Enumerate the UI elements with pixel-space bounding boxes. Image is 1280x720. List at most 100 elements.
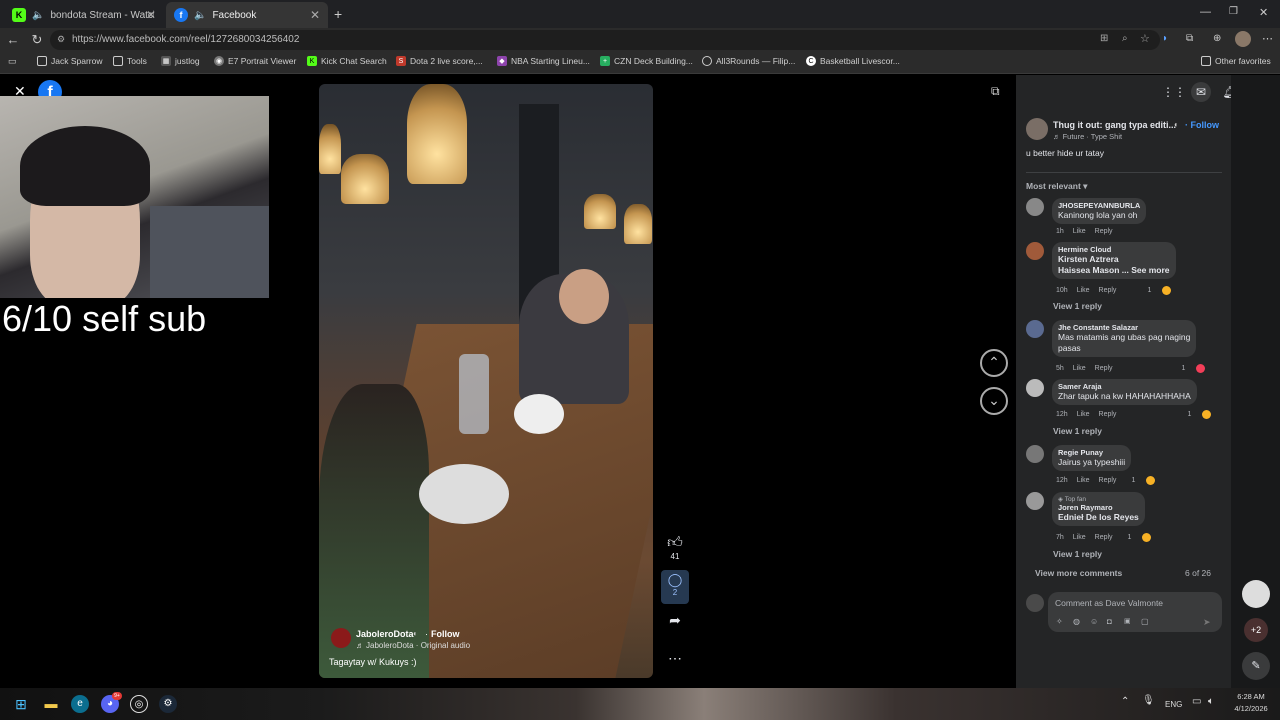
commenter-avatar[interactable] xyxy=(1026,320,1044,338)
clock-time[interactable]: 6:28 AM xyxy=(1229,692,1273,701)
comment-like-button[interactable]: Like xyxy=(1073,228,1086,235)
camera-icon[interactable]: ◘ xyxy=(1107,617,1112,626)
comment-button[interactable]: ◯ 2 xyxy=(661,570,689,604)
comment-reply-button[interactable]: Reply xyxy=(1095,228,1113,235)
split-screen-icon[interactable]: ⊞ xyxy=(1100,33,1108,44)
tab-kick[interactable]: K 🔈 bondota Stream - Watch Live ✕ xyxy=(4,2,164,28)
edge-browser-icon[interactable]: e xyxy=(71,695,89,713)
emoji-icon[interactable]: ☺ xyxy=(1090,617,1098,626)
like-button[interactable]: 👍︎ 41 xyxy=(665,534,685,561)
volume-icon[interactable]: 🔈︎ xyxy=(1208,696,1214,707)
bookmark-item[interactable]: S Dota 2 live score,... xyxy=(396,56,483,66)
commenter-avatar[interactable] xyxy=(1026,445,1044,463)
close-tab-icon[interactable]: ✕ xyxy=(310,8,320,22)
commenter-name[interactable]: Samer Araja xyxy=(1058,382,1191,391)
commenter-avatar[interactable] xyxy=(1026,198,1044,216)
view-more-comments-link[interactable]: View more comments xyxy=(1035,568,1122,578)
minimize-icon[interactable]: — xyxy=(1200,6,1211,18)
address-bar[interactable]: ⚙ https://www.facebook.com/reel/12726800… xyxy=(50,30,1160,50)
tab-actions-icon[interactable]: ▭ xyxy=(8,56,17,67)
site-info-icon[interactable]: ⚙ xyxy=(57,34,65,45)
obs-icon[interactable]: ◎ xyxy=(130,695,148,713)
more-contacts-badge[interactable]: +2 xyxy=(1244,618,1268,642)
post-title[interactable]: Thug it out: gang typa editi... xyxy=(1053,120,1176,130)
view-replies-link[interactable]: View 1 reply xyxy=(1053,301,1102,311)
gif-icon[interactable]: ▣ xyxy=(1124,617,1131,625)
close-tab-icon[interactable]: ✕ xyxy=(146,8,156,22)
reel-video[interactable] xyxy=(319,84,653,678)
commenter-avatar[interactable] xyxy=(1026,492,1044,510)
author-avatar[interactable] xyxy=(331,628,351,648)
commenter-name[interactable]: Joren Raymaro xyxy=(1058,503,1139,512)
zoom-icon[interactable]: ⌕ xyxy=(1122,33,1128,44)
send-icon[interactable]: ➤ xyxy=(1203,617,1211,628)
post-follow-button[interactable]: · Follow xyxy=(1185,120,1219,130)
sort-dropdown[interactable]: Most relevant ▾ xyxy=(1026,181,1087,192)
commenter-name[interactable]: JHOSEPEYANNBURLA xyxy=(1058,201,1140,210)
commenter-avatar[interactable] xyxy=(1026,242,1044,260)
back-icon[interactable]: ← xyxy=(5,32,21,48)
commenter-avatar[interactable] xyxy=(1026,379,1044,397)
extensions-icon[interactable]: ⧉ xyxy=(1186,33,1193,44)
commenter-name[interactable]: Hermine Cloud xyxy=(1058,245,1170,254)
post-author-avatar[interactable] xyxy=(1026,118,1048,140)
bookmark-item[interactable]: ◆ NBA Starting Lineu... xyxy=(497,56,590,66)
comment-reply-button[interactable]: Reply xyxy=(1099,287,1117,294)
comment-reply-button[interactable]: Reply xyxy=(1095,365,1113,372)
avatar-sticker-icon[interactable]: ✧ xyxy=(1056,617,1063,626)
view-replies-link[interactable]: View 1 reply xyxy=(1053,426,1102,436)
previous-reel-button[interactable]: ⌃ xyxy=(980,349,1008,377)
bookmark-item[interactable]: All3Rounds — Filip... xyxy=(702,56,795,66)
collections-icon[interactable]: ⊕ xyxy=(1213,33,1221,44)
more-menu-icon[interactable]: ⋯ xyxy=(1262,32,1273,45)
next-reel-button[interactable]: ⌄ xyxy=(980,387,1008,415)
profile-avatar[interactable] xyxy=(1235,31,1251,47)
windows-start-icon[interactable]: ⊞ xyxy=(12,695,30,713)
messenger-icon[interactable]: ✉ xyxy=(1191,82,1211,102)
post-audio[interactable]: ♬ Future · Type Shit xyxy=(1053,132,1122,141)
language-indicator[interactable]: ENG xyxy=(1165,700,1182,709)
commenter-name[interactable]: Regie Punay xyxy=(1058,448,1125,457)
more-options-icon[interactable]: ⋯ xyxy=(665,650,685,667)
comment-reply-button[interactable]: Reply xyxy=(1095,534,1113,541)
tab-facebook[interactable]: f 🔈 Facebook ✕ xyxy=(166,2,328,28)
clock-date[interactable]: 4/12/2026 xyxy=(1229,704,1273,713)
comment-like-button[interactable]: Like xyxy=(1077,477,1090,484)
speaker-icon[interactable]: 🔈 xyxy=(32,10,44,21)
new-message-icon[interactable]: ✎ xyxy=(1242,652,1270,680)
tray-overflow-icon[interactable]: ⌃ xyxy=(1121,696,1129,707)
microphone-icon[interactable]: 🎙︎ xyxy=(1142,695,1155,706)
speaker-icon[interactable]: 🔈 xyxy=(194,10,206,21)
sticker-icon[interactable]: ◍ xyxy=(1073,617,1080,626)
view-replies-link[interactable]: View 1 reply xyxy=(1053,549,1102,559)
bookmark-item[interactable]: Tools xyxy=(113,56,147,66)
comment-like-button[interactable]: Like xyxy=(1077,287,1090,294)
audio-label[interactable]: JaboleroDota · Original audio xyxy=(366,641,470,650)
steam-icon[interactable]: ⚙ xyxy=(159,695,177,713)
comment-like-button[interactable]: Like xyxy=(1073,365,1086,372)
bookmark-item[interactable]: ◉ E7 Portrait Viewer xyxy=(214,56,296,66)
contact-avatar[interactable] xyxy=(1242,580,1270,608)
share-icon[interactable]: ➦ xyxy=(665,612,685,629)
author-name[interactable]: JaboleroDota xyxy=(356,629,414,639)
bookmark-item[interactable]: ▦ justlog xyxy=(161,56,200,66)
file-explorer-icon[interactable]: ▬ xyxy=(42,695,60,713)
commenter-name[interactable]: Jhe Constante Salazar xyxy=(1058,323,1190,332)
bookmark-item[interactable]: Jack Sparrow xyxy=(37,56,103,66)
comment-input[interactable]: Comment as Dave Valmonte ✧ ◍ ☺ ◘ ▣ ▢ ➤ xyxy=(1048,592,1222,632)
menu-grid-icon[interactable]: ⋮⋮ xyxy=(1162,82,1186,102)
sticker-pack-icon[interactable]: ▢ xyxy=(1141,617,1149,626)
comment-like-button[interactable]: Like xyxy=(1077,411,1090,418)
copilot-icon[interactable]: ◗ xyxy=(1162,33,1168,44)
follow-button[interactable]: Follow xyxy=(431,629,460,639)
network-icon[interactable]: ▭ xyxy=(1192,696,1201,707)
comment-like-button[interactable]: Like xyxy=(1073,534,1086,541)
comment-reply-button[interactable]: Reply xyxy=(1099,411,1117,418)
close-window-icon[interactable]: ✕ xyxy=(1259,6,1268,19)
fullscreen-icon[interactable]: ⧉ xyxy=(991,84,1000,99)
favorite-star-icon[interactable]: ☆ xyxy=(1140,32,1150,45)
bookmark-item[interactable]: Other favorites xyxy=(1201,56,1271,66)
restore-icon[interactable]: ❐ xyxy=(1229,6,1238,17)
bookmark-item[interactable]: C Basketball Livescor... xyxy=(806,56,900,66)
new-tab-icon[interactable]: + xyxy=(334,6,342,22)
